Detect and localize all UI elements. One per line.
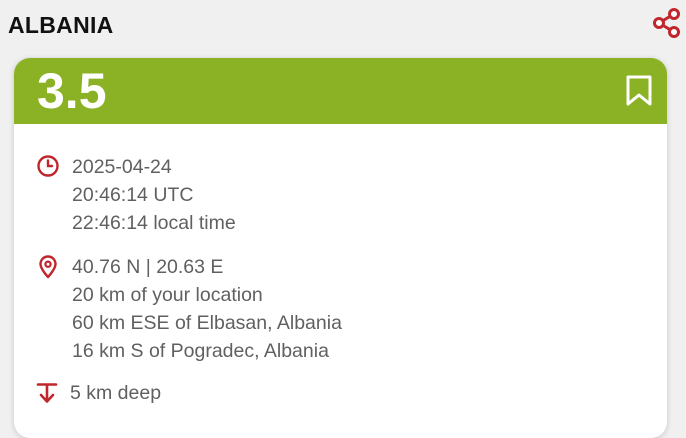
location-pin-icon [39, 255, 57, 279]
nearby-place-1: 60 km ESE of Elbasan, Albania [72, 312, 342, 334]
bookmark-icon [626, 75, 652, 106]
location-info: 40.76 N | 20.63 E 20 km of your location… [72, 253, 342, 365]
nearby-place-2: 16 km S of Pogradec, Albania [72, 340, 329, 362]
depth-arrow-icon [36, 383, 58, 403]
event-depth: 5 km deep [70, 382, 162, 404]
event-coordinates: 40.76 N | 20.63 E [72, 256, 224, 278]
clock-icon [37, 155, 59, 177]
event-time-utc: 20:46:14 UTC [72, 184, 194, 206]
magnitude-value: 3.5 [37, 63, 107, 119]
event-time-local: 22:46:14 local time [72, 212, 236, 234]
share-icon [653, 8, 680, 38]
distance-from-user: 20 km of your location [72, 284, 263, 306]
depth-info: 5 km deep [70, 379, 161, 407]
earthquake-card[interactable]: 3.5 2025-04-24 20:46:14 UTC 22:46:14 loc… [14, 58, 667, 438]
card-header: 3.5 [14, 58, 667, 124]
time-info: 2025-04-24 20:46:14 UTC 22:46:14 local t… [72, 153, 236, 237]
bookmark-button[interactable] [624, 75, 654, 107]
event-date: 2025-04-24 [72, 156, 172, 178]
share-button[interactable] [650, 6, 684, 40]
page-title: ALBANIA [8, 12, 114, 38]
